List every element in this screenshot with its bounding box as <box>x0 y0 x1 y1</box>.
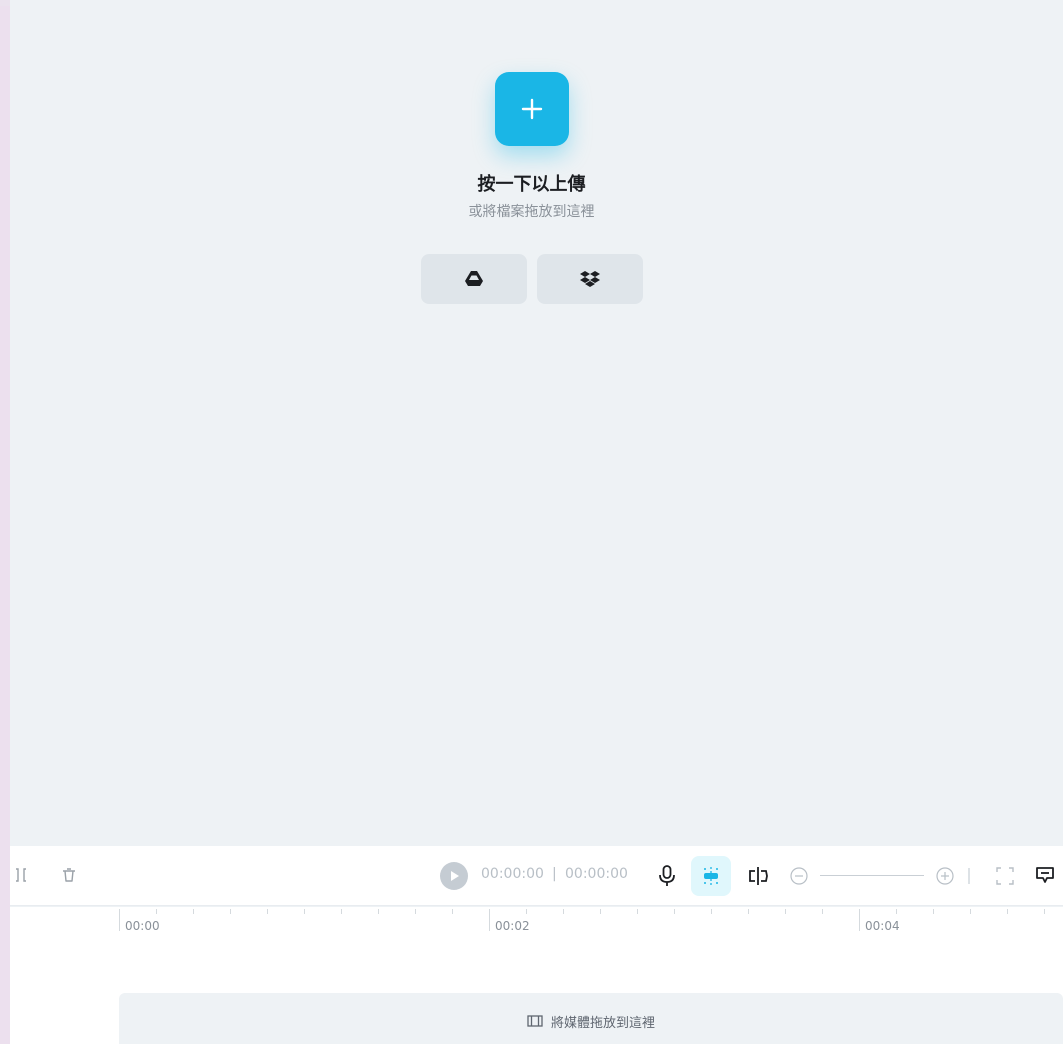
current-time: 00:00:00 <box>481 866 544 882</box>
caption-icon <box>1036 867 1054 883</box>
ruler-major-tick <box>489 909 490 931</box>
ruler-major-tick <box>119 909 120 931</box>
magnet-snap-button[interactable] <box>691 856 731 896</box>
ruler-minor-tick <box>267 909 268 914</box>
zoom-slider[interactable] <box>820 875 924 876</box>
ruler-minor-tick <box>933 909 934 914</box>
upload-subtitle: 或將檔案拖放到這裡 <box>468 204 595 220</box>
upload-title: 按一下以上傳 <box>477 174 586 195</box>
ruler-time-label: 00:04 <box>865 919 900 933</box>
ruler-minor-tick <box>415 909 416 914</box>
dropbox-icon <box>580 270 600 287</box>
split-clip-icon <box>749 867 768 885</box>
ruler-minor-tick <box>822 909 823 914</box>
delete-icon[interactable] <box>58 864 80 886</box>
ruler-minor-tick <box>452 909 453 914</box>
snap-icon <box>704 867 718 885</box>
ruler-minor-tick <box>341 909 342 914</box>
film-icon <box>527 1015 543 1027</box>
ruler-time-label: 00:00 <box>125 919 160 933</box>
fit-screen-button[interactable] <box>994 865 1016 887</box>
play-icon <box>451 871 459 881</box>
zoom-out-button[interactable] <box>789 866 809 886</box>
dropbox-button[interactable] <box>537 254 643 304</box>
toolbar-divider <box>968 868 970 884</box>
zoom-in-button[interactable] <box>935 866 955 886</box>
time-separator: | <box>552 866 557 882</box>
ruler-minor-tick <box>563 909 564 914</box>
ruler-minor-tick <box>1007 909 1008 914</box>
plus-icon <box>521 98 543 120</box>
google-drive-button[interactable] <box>421 254 527 304</box>
upload-button[interactable] <box>495 72 569 146</box>
microphone-button[interactable] <box>655 863 679 889</box>
editor-frame: 按一下以上傳 或將檔案拖放到這裡 00:00:00 | 00:00:00 00:… <box>10 0 1063 1044</box>
zoom-in-icon <box>936 867 954 885</box>
media-drop-track[interactable]: 將媒體拖放到這裡 <box>119 993 1063 1044</box>
ruler-minor-tick <box>304 909 305 914</box>
total-time: 00:00:00 <box>565 866 628 882</box>
fit-screen-icon <box>996 867 1014 885</box>
timeline: 00:00 00:02 00:04 將媒體拖放到這裡 <box>10 907 1063 1044</box>
microphone-icon <box>659 865 675 886</box>
split-icon[interactable] <box>10 864 32 886</box>
ruler-minor-tick <box>378 909 379 914</box>
ruler-minor-tick <box>193 909 194 914</box>
ruler-minor-tick <box>748 909 749 914</box>
media-drop-text: 將媒體拖放到這裡 <box>550 1015 655 1031</box>
ruler-minor-tick <box>600 909 601 914</box>
ruler-minor-tick <box>156 909 157 914</box>
caption-button[interactable] <box>1034 863 1056 887</box>
ruler-minor-tick <box>230 909 231 914</box>
ruler-minor-tick <box>637 909 638 914</box>
ruler-minor-tick <box>526 909 527 914</box>
ruler-minor-tick <box>674 909 675 914</box>
upload-area[interactable]: 按一下以上傳 或將檔案拖放到這裡 <box>10 6 1063 846</box>
timeline-toolbar: 00:00:00 | 00:00:00 <box>10 846 1063 906</box>
ruler-minor-tick <box>711 909 712 914</box>
ruler-minor-tick <box>1044 909 1045 914</box>
split-clip-button[interactable] <box>746 863 770 889</box>
google-drive-icon <box>465 271 483 286</box>
ruler-major-tick <box>859 909 860 931</box>
ruler-minor-tick <box>785 909 786 914</box>
zoom-out-icon <box>790 867 808 885</box>
ruler-minor-tick <box>896 909 897 914</box>
ruler-time-label: 00:02 <box>495 919 530 933</box>
ruler-minor-tick <box>970 909 971 914</box>
play-button[interactable] <box>440 862 468 890</box>
